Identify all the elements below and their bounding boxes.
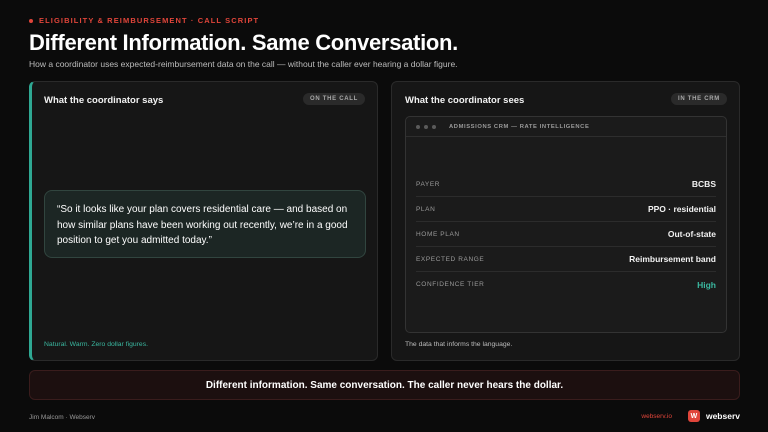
- crm-window: ADMISSIONS CRM — RATE INTELLIGENCE PAYER…: [405, 116, 727, 333]
- summary-banner: Different information. Same conversation…: [29, 370, 740, 400]
- crm-row-confidence-tier: CONFIDENCE TIER High: [416, 272, 716, 297]
- page-title: Different Information. Same Conversation…: [29, 30, 458, 55]
- field-value: High: [697, 279, 716, 290]
- website-link[interactable]: webserv.io: [641, 413, 672, 420]
- crm-row-expected-range: EXPECTED RANGE Reimbursement band: [416, 247, 716, 272]
- eyebrow-label: ELIGIBILITY & REIMBURSEMENT · CALL SCRIP…: [39, 16, 260, 25]
- crm-fields: PAYER BCBS PLAN PPO · residential HOME P…: [416, 172, 716, 297]
- crm-row-home-plan: HOME PLAN Out-of-state: [416, 222, 716, 247]
- crm-row-plan: PLAN PPO · residential: [416, 197, 716, 222]
- says-panel-caption: Natural. Warm. Zero dollar figures.: [44, 341, 148, 348]
- eyebrow: ELIGIBILITY & REIMBURSEMENT · CALL SCRIP…: [29, 16, 259, 25]
- on-the-call-tag: ON THE CALL: [302, 93, 365, 105]
- coordinator-says-panel: What the coordinator says ON THE CALL “S…: [29, 81, 378, 361]
- bullet-dot-icon: [29, 18, 33, 23]
- field-label: CONFIDENCE TIER: [416, 281, 485, 288]
- window-dot-icon: [416, 124, 420, 129]
- sees-panel-caption: The data that informs the language.: [405, 341, 513, 348]
- brand-footer: webserv.io W webserv: [641, 410, 740, 422]
- brand-name: webserv: [705, 411, 740, 421]
- field-label: HOME PLAN: [416, 230, 460, 238]
- webserv-logo-icon: W: [687, 410, 700, 422]
- window-dot-icon: [424, 124, 428, 129]
- window-dot-icon: [432, 124, 436, 129]
- field-value: BCBS: [691, 179, 716, 189]
- field-value: Out-of-state: [667, 229, 716, 239]
- author-credit: Jim Malcom · Webserv: [29, 414, 95, 421]
- field-label: PAYER: [416, 180, 441, 188]
- field-label: EXPECTED RANGE: [416, 255, 485, 263]
- crm-row-payer: PAYER BCBS: [416, 172, 716, 197]
- crm-title-bar: ADMISSIONS CRM — RATE INTELLIGENCE: [406, 117, 726, 137]
- field-value: Reimbursement band: [629, 254, 716, 264]
- in-the-crm-tag: IN THE CRM: [671, 93, 727, 105]
- script-quote: “So it looks like your plan covers resid…: [44, 190, 366, 258]
- field-label: PLAN: [416, 205, 436, 213]
- field-value: PPO · residential: [647, 204, 716, 214]
- page-subtitle: How a coordinator uses expected-reimburs…: [29, 59, 458, 69]
- crm-title: ADMISSIONS CRM — RATE INTELLIGENCE: [449, 123, 590, 130]
- coordinator-sees-panel: What the coordinator sees IN THE CRM ADM…: [391, 81, 740, 361]
- panel-title-sees: What the coordinator sees: [405, 95, 525, 106]
- panel-title-says: What the coordinator says: [44, 95, 164, 106]
